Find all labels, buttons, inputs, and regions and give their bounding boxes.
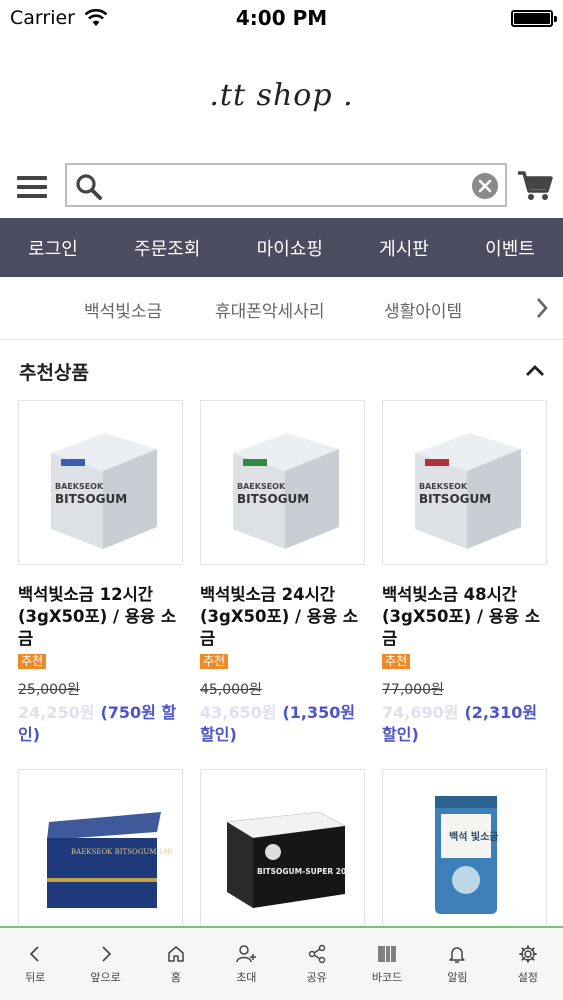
nav-order-lookup[interactable]: 주문조회 xyxy=(134,235,200,261)
toolbar-label: 바코드 xyxy=(371,971,403,984)
svg-text:BITSOGUM: BITSOGUM xyxy=(237,492,309,506)
shop-logo[interactable]: .tt shop . xyxy=(0,78,563,113)
toolbar-label: 알림 xyxy=(447,971,468,984)
chevron-up-icon[interactable] xyxy=(525,363,545,377)
chevron-left-icon xyxy=(30,946,39,962)
toolbar-label: 뒤로 xyxy=(25,971,46,984)
sale-price: 74,690원 xyxy=(382,703,459,722)
product-image[interactable]: BAEKSEOK BITSOGUM-100 xyxy=(18,769,183,934)
category-item[interactable]: 휴대폰악세사리 xyxy=(215,297,324,322)
nav-board[interactable]: 게시판 xyxy=(379,235,429,261)
settings-button[interactable]: 설정 xyxy=(493,928,563,1000)
barcode-icon xyxy=(378,946,396,962)
svg-text:백석 빛소금: 백석 빛소금 xyxy=(449,830,498,843)
cart-icon[interactable] xyxy=(517,170,553,202)
product-image[interactable]: BAEKSEOK BITSOGUM xyxy=(18,400,183,565)
section-title: 추천상품 xyxy=(19,362,89,384)
search-box[interactable] xyxy=(65,163,507,207)
svg-text:BAEKSEOK: BAEKSEOK xyxy=(237,482,286,491)
product-image[interactable]: 백석 빛소금 xyxy=(382,769,547,934)
product-name[interactable]: 백석빛소금 12시간 (3gX50포) / 용융 소금 xyxy=(18,584,183,650)
home-icon xyxy=(168,946,184,962)
category-bar: 백석빛소금 휴대폰악세사리 생활아이템 xyxy=(0,278,563,340)
share-icon xyxy=(308,944,325,964)
sale-price: 43,650원 xyxy=(200,703,277,722)
price-line: 74,690원 (2,310원 할인) xyxy=(382,702,547,746)
notification-button[interactable]: 알림 xyxy=(422,928,492,1000)
clear-search-icon[interactable] xyxy=(472,173,498,199)
gear-icon xyxy=(518,945,537,963)
invite-button[interactable]: 초대 xyxy=(211,928,281,1000)
product-image[interactable]: BAEKSEOK BITSOGUM xyxy=(382,400,547,565)
price-line: 24,250원 (750원 할인) xyxy=(18,702,183,746)
product-info: 백석빛소금 12시간 (3gX50포) / 용융 소금 추천 25,000원 2… xyxy=(18,584,183,746)
nav-event[interactable]: 이벤트 xyxy=(485,235,535,261)
forward-button[interactable]: 앞으로 xyxy=(70,928,140,1000)
product-image[interactable]: BAEKSEOK BITSOGUM xyxy=(200,400,365,565)
chevron-right-icon[interactable] xyxy=(535,297,549,319)
original-price: 45,000원 xyxy=(200,682,262,698)
price-line: 43,650원 (1,350원 할인) xyxy=(200,702,365,746)
sale-price: 24,250원 xyxy=(18,703,95,722)
toolbar-label: 초대 xyxy=(236,971,257,984)
product-image[interactable]: BITSOGUM-SUPER 200 xyxy=(200,769,365,934)
bell-icon xyxy=(449,947,466,963)
recommend-badge: 추천 xyxy=(18,654,47,669)
home-button[interactable]: 홈 xyxy=(141,928,211,1000)
svg-text:BAEKSEOK: BAEKSEOK xyxy=(55,482,104,491)
status-bar: Carrier 4:00 PM xyxy=(0,0,563,38)
top-nav: 로그인 주문조회 마이쇼핑 게시판 이벤트 xyxy=(0,218,563,277)
toolbar-label: 공유 xyxy=(306,971,327,984)
original-price: 77,000원 xyxy=(382,682,444,698)
product-name[interactable]: 백석빛소금 48시간 (3gX50포) / 용융 소금 xyxy=(382,584,547,650)
product-info: 백석빛소금 48시간 (3gX50포) / 용융 소금 추천 77,000원 7… xyxy=(382,584,547,746)
share-button[interactable]: 공유 xyxy=(282,928,352,1000)
svg-text:BAEKSEOK: BAEKSEOK xyxy=(419,482,468,491)
category-item[interactable]: 생활아이템 xyxy=(384,297,462,322)
back-button[interactable]: 뒤로 xyxy=(0,928,70,1000)
chevron-right-icon xyxy=(101,946,111,962)
search-icon[interactable] xyxy=(75,173,103,201)
add-user-icon xyxy=(236,945,257,963)
product-name[interactable]: 백석빛소금 24시간 (3gX50포) / 용융 소금 xyxy=(200,584,365,650)
toolbar-label: 홈 xyxy=(170,971,181,984)
battery-icon xyxy=(511,10,557,27)
toolbar-label: 앞으로 xyxy=(90,971,121,984)
original-price: 25,000원 xyxy=(18,682,80,698)
recommend-badge: 추천 xyxy=(200,654,229,669)
category-item[interactable]: 백석빛소금 xyxy=(84,297,162,322)
hamburger-menu-icon[interactable] xyxy=(17,176,47,198)
nav-login[interactable]: 로그인 xyxy=(28,235,78,261)
barcode-button[interactable]: 바코드 xyxy=(352,928,422,1000)
svg-text:BITSOGUM: BITSOGUM xyxy=(419,492,491,506)
nav-my-shopping[interactable]: 마이쇼핑 xyxy=(257,235,323,261)
recommend-badge: 추천 xyxy=(382,654,411,669)
product-info: 백석빛소금 24시간 (3gX50포) / 용융 소금 추천 45,000원 4… xyxy=(200,584,365,746)
svg-text:BAEKSEOK BITSOGUM-100: BAEKSEOK BITSOGUM-100 xyxy=(71,848,172,856)
search-input[interactable] xyxy=(111,165,471,205)
bottom-toolbar: 뒤로 앞으로 홈 초대 공유 바코드 알림 설정 xyxy=(0,926,563,1000)
svg-text:BITSOGUM: BITSOGUM xyxy=(55,492,127,506)
toolbar-label: 설정 xyxy=(517,971,538,984)
clock: 4:00 PM xyxy=(235,6,328,30)
svg-text:BITSOGUM-SUPER 200: BITSOGUM-SUPER 200 xyxy=(257,867,351,876)
